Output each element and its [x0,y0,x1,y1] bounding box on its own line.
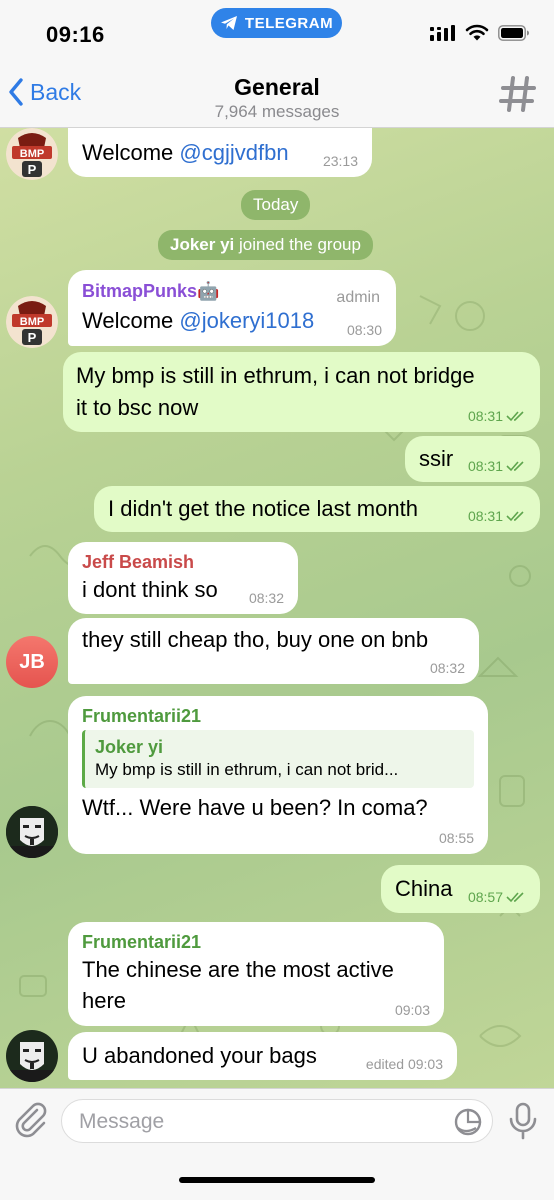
message-text: i dont think so [82,577,218,602]
frumentarii21-avatar[interactable] [6,806,58,858]
mention-link[interactable]: @cgjjvdfbn [179,140,288,165]
message-text: Wtf... Were have u been? In coma? [82,795,428,820]
message-text-line: it to bsc now [76,395,199,420]
service-message: Joker yi joined the group [158,230,373,260]
svg-text:P: P [28,162,37,177]
message-text: I didn't get the notice last month [108,496,418,521]
mask-avatar-image [6,806,58,858]
message-text: U abandoned your bags [82,1043,317,1068]
hashtag-icon [499,76,536,112]
bmp-avatar-image: BMP P [6,296,58,348]
sticker-icon [454,1108,482,1136]
svg-text:BMP: BMP [20,148,44,160]
outgoing-message[interactable]: China 08:57 [381,865,540,913]
double-check-icon [506,511,524,522]
message-status: 08:31 [468,508,526,524]
reply-quote[interactable]: Joker yi My bmp is still in ethrum, i ca… [82,730,474,788]
svg-text:BMP: BMP [20,316,44,328]
jeff-beamish-avatar[interactable]: JB [6,636,58,688]
message-bubble[interactable]: Welcome @cgjjvdfbn 23:13 [68,128,372,177]
outgoing-message[interactable]: My bmp is still in ethrum, i can not bri… [63,352,540,432]
quote-text: My bmp is still in ethrum, i can not bri… [95,760,399,779]
composer-bar: Message [0,1088,554,1200]
message-input[interactable]: Message [61,1099,493,1143]
message-text-line: here [82,988,127,1013]
message-status: 08:31 [468,408,526,424]
microphone-icon [509,1102,537,1140]
message-time: 08:31 [467,458,503,474]
message-text: Welcome [82,140,180,165]
date-separator: Today [241,190,311,220]
message-status: 08:31 [468,458,526,474]
message-bubble[interactable]: they still cheap tho, buy one on bnb 08:… [68,618,479,684]
message-text-line: My bmp is still in ethrum, i can not bri… [76,363,475,388]
bitmappunks-avatar[interactable]: BMP P [6,296,58,348]
message-list[interactable]: BMP P Welcome @cgjjvdfbn 23:13 Today Jok… [0,128,554,1088]
bmp-avatar-image: BMP P [6,128,58,180]
mask-avatar-image [6,1030,58,1082]
sender-name[interactable]: Frumentarii21 [82,705,201,727]
cellular-signal-icon [430,24,455,41]
frumentarii21-avatar[interactable] [6,1030,58,1082]
message-placeholder: Message [79,1110,165,1133]
mention-link[interactable]: @jokeryi1018 [179,308,314,333]
message-time: 08:31 [467,408,503,424]
topic-hash-button[interactable] [498,74,538,119]
message-bubble[interactable]: U abandoned your bags edited 09:03 [68,1032,457,1080]
home-indicator[interactable] [179,1177,375,1183]
message-bubble[interactable]: BitmapPunks🤖 admin Welcome @jokeryi1018 … [68,270,396,346]
message-text: ssir [419,446,454,471]
sender-name[interactable]: Jeff Beamish [82,551,194,573]
bitmappunks-avatar[interactable]: BMP P [6,128,58,180]
outgoing-message[interactable]: ssir 08:31 [405,436,540,482]
chat-title[interactable]: General [0,74,554,101]
message-time: 08:30 [346,322,382,338]
message-time: 08:32 [248,590,284,606]
status-bar: 09:16 TELEGRAM [0,0,554,60]
message-time: 08:32 [429,660,465,676]
message-text-line: The chinese are the most active [82,957,394,982]
message-text: they still cheap tho, buy one on bnb [82,627,429,652]
message-count: 7,964 messages [214,102,340,121]
sticker-button[interactable] [454,1108,482,1141]
double-check-icon [506,411,524,422]
quote-author: Joker yi [95,737,164,757]
wifi-icon [465,24,489,41]
paperclip-icon [15,1102,47,1138]
double-check-icon [506,461,524,472]
sender-name[interactable]: Frumentarii21 [82,931,201,953]
voice-record-button[interactable] [508,1102,538,1145]
app-pill-label: TELEGRAM [244,14,334,32]
message-time: 08:31 [467,508,503,524]
message-time: edited 09:03 [365,1056,443,1072]
status-time: 09:16 [46,22,105,47]
paper-plane-icon [220,16,237,30]
message-bubble[interactable]: Frumentarii21 The chinese are the most a… [68,922,444,1026]
admin-badge: admin [336,289,380,306]
message-time: 09:03 [394,1002,430,1018]
double-check-icon [506,892,524,903]
message-time: 23:13 [322,153,358,169]
message-status: 08:57 [468,889,526,905]
message-bubble[interactable]: Jeff Beamish i dont think so 08:32 [68,542,298,614]
reply-message[interactable]: Frumentarii21 Joker yi My bmp is still i… [68,696,488,854]
status-icons [430,24,530,41]
battery-icon [498,24,529,41]
telegram-return-pill[interactable]: TELEGRAM [211,8,342,38]
service-text: joined the group [239,235,361,254]
chat-header: Back General 7,964 messages [0,60,554,128]
svg-text:P: P [28,330,37,345]
attach-button[interactable] [14,1101,48,1144]
message-time: 08:55 [438,830,474,846]
service-user[interactable]: Joker yi [170,235,234,254]
sender-name[interactable]: BitmapPunks🤖 [82,280,219,302]
message-text: China [395,876,453,901]
outgoing-message[interactable]: I didn't get the notice last month 08:31 [94,486,540,532]
message-text: Welcome [82,308,180,333]
message-time: 08:57 [467,889,503,905]
